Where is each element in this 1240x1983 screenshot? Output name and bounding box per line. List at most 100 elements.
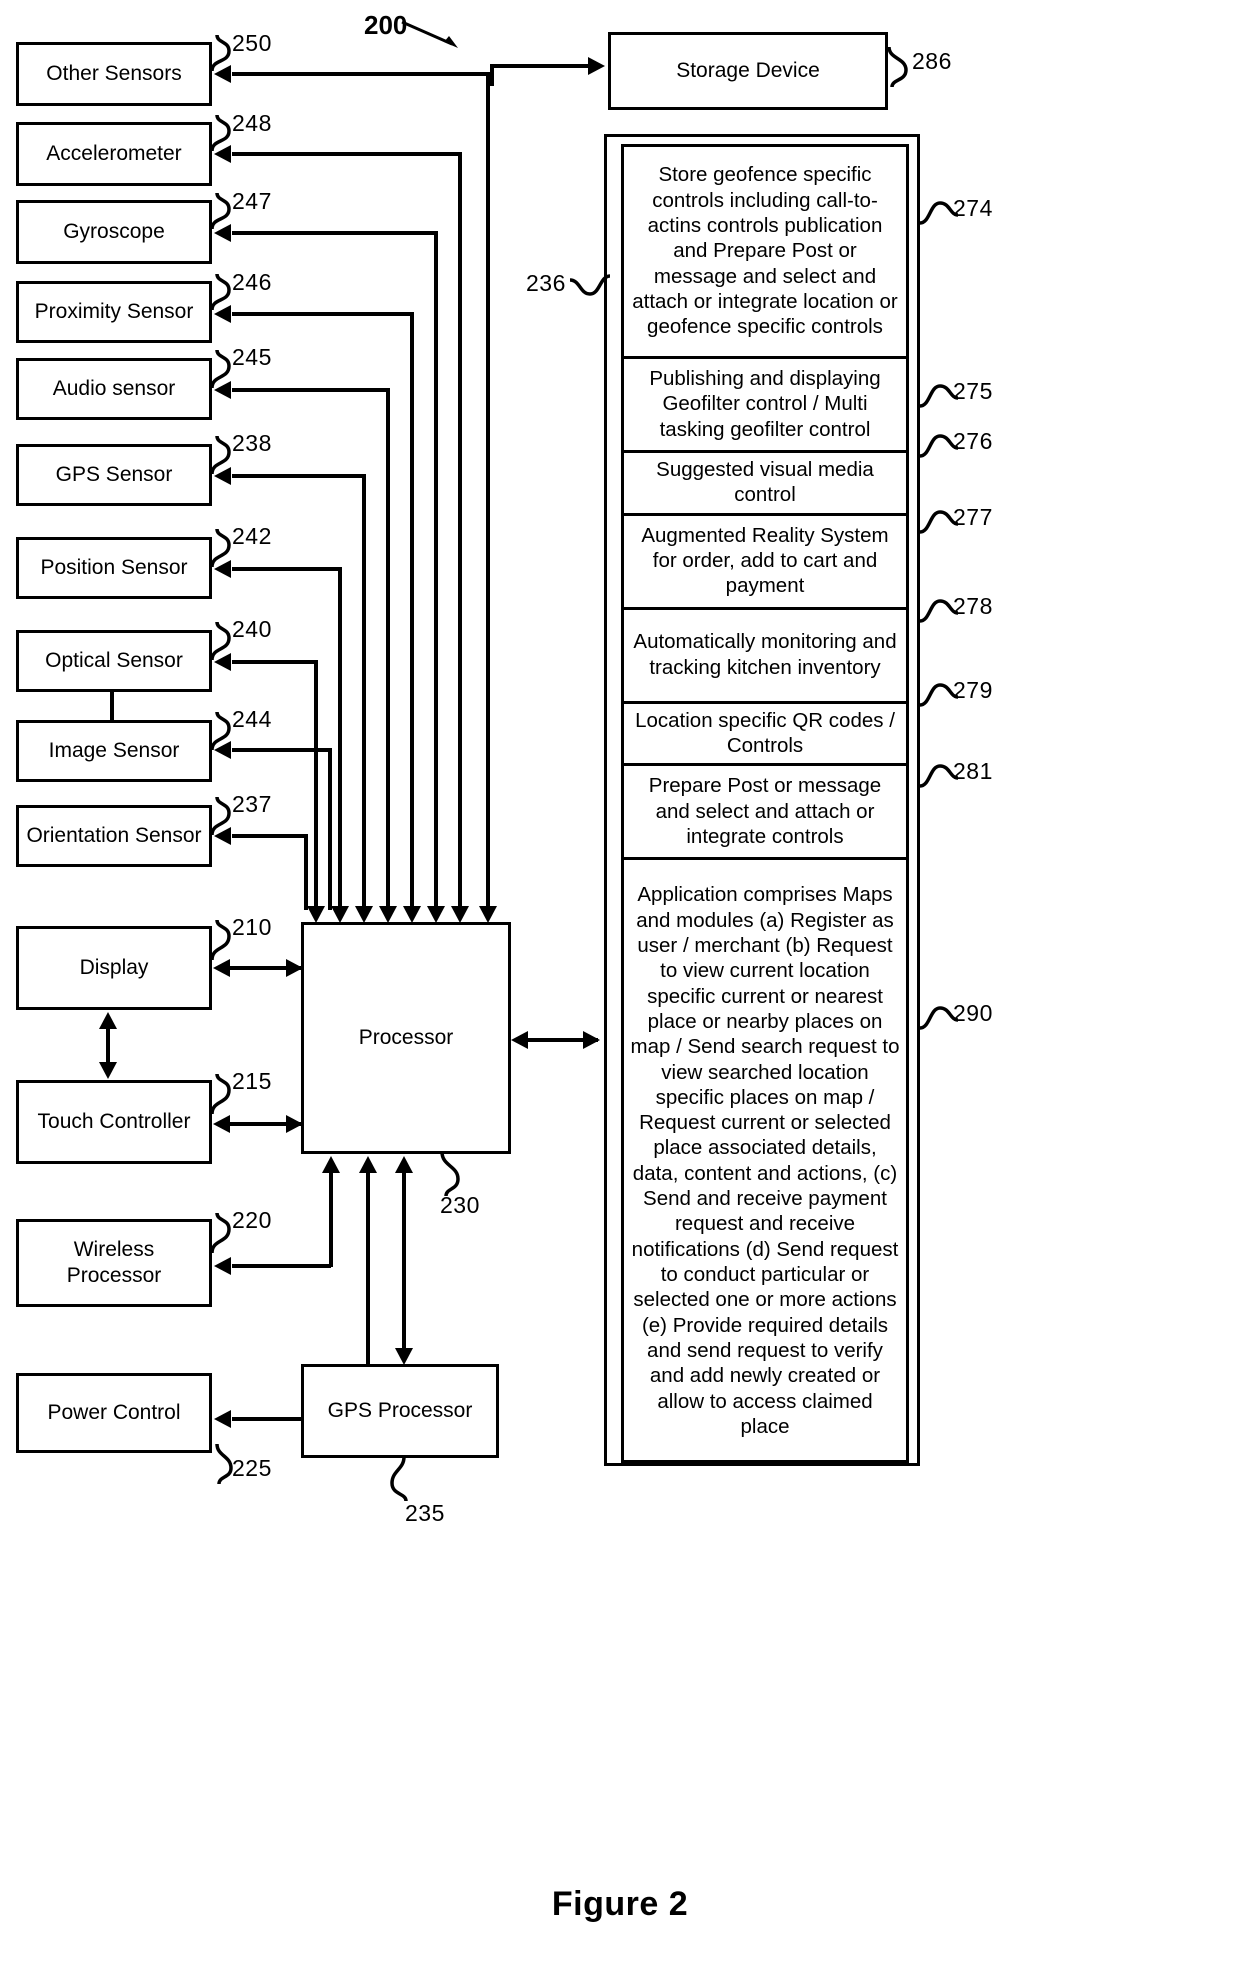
arrow-up-proc-gps <box>395 1156 413 1173</box>
block-label: Gyroscope <box>63 220 165 244</box>
wire-accelerometer-h <box>232 152 462 156</box>
block-accelerometer[interactable]: Accelerometer <box>16 122 212 186</box>
arrow-left-power <box>214 1410 231 1428</box>
block-orientation-sensor[interactable]: Orientation Sensor <box>16 805 212 867</box>
arrow-right-storage <box>588 57 605 75</box>
module-cell-277[interactable]: Augmented Reality System for order, add … <box>624 516 906 610</box>
wire-optical-h <box>232 660 318 664</box>
wire-gyroscope-v <box>434 231 438 910</box>
arrow-right-modules <box>583 1031 600 1049</box>
link-optical-to-image <box>110 692 114 720</box>
block-gps-processor[interactable]: GPS Processor <box>301 1364 499 1458</box>
block-gps-sensor[interactable]: GPS Sensor <box>16 444 212 506</box>
wire-storage-h <box>490 64 590 68</box>
block-label: Orientation Sensor <box>26 824 202 848</box>
arrow-left-processor-modules <box>511 1031 528 1049</box>
wire-orientation-h <box>232 834 308 838</box>
block-label: Accelerometer <box>46 142 182 166</box>
wire-gyroscope-h <box>232 231 438 235</box>
arrow-up-display <box>99 1012 117 1029</box>
block-other-sensors[interactable]: Other Sensors <box>16 42 212 106</box>
wire-image-v <box>328 748 332 910</box>
arrow-down-proc-4 <box>403 906 421 923</box>
block-storage-device[interactable]: Storage Device <box>608 32 888 110</box>
block-position-sensor[interactable]: Position Sensor <box>16 537 212 599</box>
block-wireless-processor[interactable]: Wireless Processor <box>16 1219 212 1307</box>
module-cell-276[interactable]: Suggested visual media control <box>624 453 906 516</box>
wire-position-h <box>232 567 342 571</box>
ref-number-278: 278 <box>953 593 993 619</box>
block-touch-controller[interactable]: Touch Controller <box>16 1080 212 1164</box>
arrow-left-display <box>213 959 230 977</box>
ref-number-236: 236 <box>526 270 566 296</box>
arrow-left-audio <box>214 381 231 399</box>
wire-image-h <box>232 748 332 752</box>
block-power-control[interactable]: Power Control <box>16 1373 212 1453</box>
wire-orientation-v <box>304 834 308 910</box>
ref-number-240: 240 <box>232 616 272 642</box>
block-label: Touch Controller <box>37 1110 191 1134</box>
block-label: Display <box>79 956 149 980</box>
block-label: Audio sensor <box>52 377 176 401</box>
ref-number-237: 237 <box>232 791 272 817</box>
block-optical-sensor[interactable]: Optical Sensor <box>16 630 212 692</box>
ref-number-235: 235 <box>405 1500 445 1526</box>
ref-number-247: 247 <box>232 188 272 214</box>
block-label: Processor <box>358 1026 454 1050</box>
arrow-down-touch <box>99 1062 117 1079</box>
block-proximity-sensor[interactable]: Proximity Sensor <box>16 281 212 343</box>
block-processor[interactable]: Processor <box>301 922 511 1154</box>
arrow-left-gps-sensor <box>214 467 231 485</box>
module-cell-274[interactable]: Store geofence specific controls includi… <box>624 147 906 359</box>
ref-number-286: 286 <box>912 48 952 74</box>
module-cell-275[interactable]: Publishing and displaying Geofilter cont… <box>624 359 906 453</box>
arrow-up-proc-power <box>359 1156 377 1173</box>
arrow-down-gps-processor <box>395 1348 413 1365</box>
ref-number-230: 230 <box>440 1192 480 1218</box>
wire-proximity-v <box>410 312 414 910</box>
ref-number-275: 275 <box>953 378 993 404</box>
module-cell-278[interactable]: Automatically monitoring and tracking ki… <box>624 610 906 704</box>
wire-other-sensors-h <box>232 72 490 76</box>
ref-hook-230-icon <box>440 1151 460 1197</box>
ref-number-281: 281 <box>953 758 993 784</box>
block-label: Storage Device <box>676 59 820 83</box>
arrow-left-touch <box>213 1115 230 1133</box>
arrow-left-image <box>214 741 231 759</box>
block-label: Proximity Sensor <box>34 300 194 324</box>
ref-number-250: 250 <box>232 30 272 56</box>
block-display[interactable]: Display <box>16 926 212 1010</box>
ref-number-246: 246 <box>232 269 272 295</box>
figure-canvas: 200 Other Sensors 250 Accelerometer 248 … <box>0 0 1240 1983</box>
arrow-left-position <box>214 560 231 578</box>
wire-proximity-h <box>232 312 414 316</box>
arrow-down-proc-2 <box>451 906 469 923</box>
arrow-down-proc-3 <box>427 906 445 923</box>
block-label: Other Sensors <box>46 62 182 86</box>
arrow-left-accelerometer <box>214 145 231 163</box>
ref-number-238: 238 <box>232 430 272 456</box>
arrow-left-optical <box>214 653 231 671</box>
diagram-number-leader-icon <box>401 20 458 48</box>
ref-number-290: 290 <box>953 1000 993 1026</box>
block-image-sensor[interactable]: Image Sensor <box>16 720 212 782</box>
figure-caption: Figure 2 <box>551 1885 689 1923</box>
diagram-number: 200 <box>364 10 408 40</box>
ref-number-274: 274 <box>953 195 993 221</box>
ref-number-242: 242 <box>232 523 272 549</box>
block-label: Power Control <box>47 1401 181 1425</box>
module-stack-inner: Store geofence specific controls includi… <box>621 144 909 1464</box>
wire-gps-processor-v <box>402 1172 406 1352</box>
wire-optical-v <box>314 660 318 910</box>
module-cell-279[interactable]: Location specific QR codes / Controls <box>624 704 906 767</box>
arrow-down-proc-6 <box>355 906 373 923</box>
block-gyroscope[interactable]: Gyroscope <box>16 200 212 264</box>
module-stack-outer: Store geofence specific controls includi… <box>604 134 920 1466</box>
module-cell-281[interactable]: Prepare Post or message and select and a… <box>624 766 906 861</box>
module-cell-290[interactable]: Application comprises Maps and modules (… <box>624 860 906 1460</box>
arrow-left-gyroscope <box>214 224 231 242</box>
arrow-left-proximity <box>214 305 231 323</box>
wire-accelerometer-v <box>458 152 462 910</box>
block-audio-sensor[interactable]: Audio sensor <box>16 358 212 420</box>
block-label: Optical Sensor <box>45 649 183 673</box>
